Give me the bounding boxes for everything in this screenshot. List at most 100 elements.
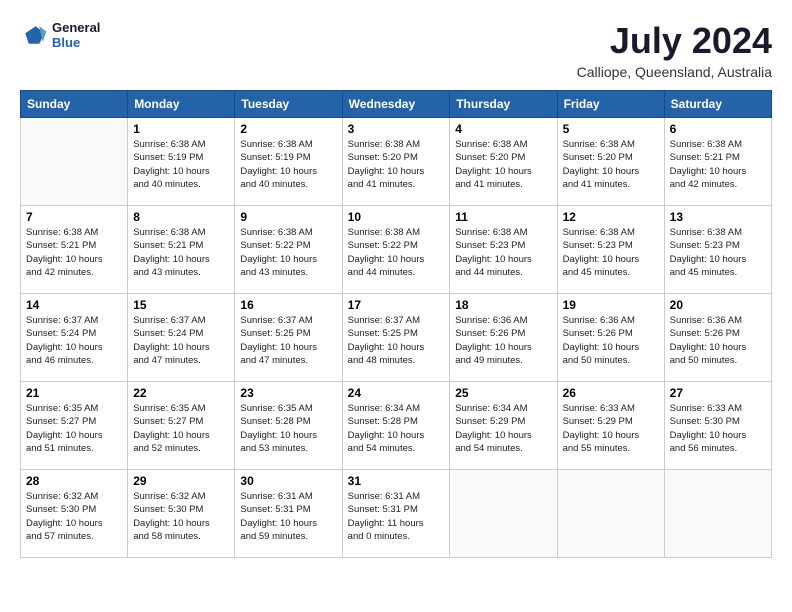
day-number: 24 xyxy=(348,386,445,400)
day-number: 10 xyxy=(348,210,445,224)
calendar-cell: 15Sunrise: 6:37 AM Sunset: 5:24 PM Dayli… xyxy=(128,294,235,382)
calendar-cell: 1Sunrise: 6:38 AM Sunset: 5:19 PM Daylig… xyxy=(128,118,235,206)
day-info: Sunrise: 6:38 AM Sunset: 5:23 PM Dayligh… xyxy=(563,226,659,279)
calendar-cell: 25 Sunrise: 6:34 AM Sunset: 5:29 PM Dayli… xyxy=(450,382,557,470)
day-number: 13 xyxy=(670,210,766,224)
header-day-wednesday: Wednesday xyxy=(342,91,450,118)
week-row-4: 21 Sunrise: 6:35 AM Sunset: 5:27 PM Dayli… xyxy=(21,382,772,470)
day-number: 6 xyxy=(670,122,766,136)
day-number: 25 xyxy=(455,386,551,400)
day-number: 5 xyxy=(563,122,659,136)
day-number: 18 xyxy=(455,298,551,312)
day-number: 8 xyxy=(133,210,229,224)
day-number: 16 xyxy=(240,298,336,312)
calendar-cell: 2Sunrise: 6:38 AM Sunset: 5:19 PM Daylig… xyxy=(235,118,342,206)
day-number: 27 xyxy=(670,386,766,400)
day-info: Sunrise: 6:34 AM Sunset: 5:28 PM Dayligh… xyxy=(348,402,445,455)
day-info: Sunrise: 6:38 AM Sunset: 5:20 PM Dayligh… xyxy=(348,138,445,191)
day-info: Sunrise: 6:34 AM Sunset: 5:29 PM Dayligh… xyxy=(455,402,551,455)
day-number: 17 xyxy=(348,298,445,312)
day-number: 26 xyxy=(563,386,659,400)
calendar-cell: 9 Sunrise: 6:38 AM Sunset: 5:22 PM Daylig… xyxy=(235,206,342,294)
calendar-cell xyxy=(557,470,664,558)
day-info: Sunrise: 6:36 AM Sunset: 5:26 PM Dayligh… xyxy=(670,314,766,367)
day-info: Sunrise: 6:38 AM Sunset: 5:21 PM Dayligh… xyxy=(26,226,122,279)
calendar-cell: 27 Sunrise: 6:33 AM Sunset: 5:30 PM Dayli… xyxy=(664,382,771,470)
day-number: 30 xyxy=(240,474,336,488)
logo-text: General Blue xyxy=(52,20,100,50)
calendar-cell: 31 Sunrise: 6:31 AM Sunset: 5:31 PM Dayli… xyxy=(342,470,450,558)
calendar-cell: 24 Sunrise: 6:34 AM Sunset: 5:28 PM Dayli… xyxy=(342,382,450,470)
day-info: Sunrise: 6:38 AM Sunset: 5:21 PM Dayligh… xyxy=(133,226,229,279)
calendar-cell: 30 Sunrise: 6:31 AM Sunset: 5:31 PM Dayli… xyxy=(235,470,342,558)
calendar-cell: 22 Sunrise: 6:35 AM Sunset: 5:27 PM Dayli… xyxy=(128,382,235,470)
day-number: 3 xyxy=(348,122,445,136)
logo: General Blue xyxy=(20,20,100,50)
week-row-1: 1Sunrise: 6:38 AM Sunset: 5:19 PM Daylig… xyxy=(21,118,772,206)
calendar-table: SundayMondayTuesdayWednesdayThursdayFrid… xyxy=(20,90,772,558)
day-number: 4 xyxy=(455,122,551,136)
subtitle: Calliope, Queensland, Australia xyxy=(577,64,772,80)
day-info: Sunrise: 6:37 AM Sunset: 5:24 PM Dayligh… xyxy=(133,314,229,367)
calendar-cell: 12 Sunrise: 6:38 AM Sunset: 5:23 PM Dayli… xyxy=(557,206,664,294)
day-info: Sunrise: 6:37 AM Sunset: 5:25 PM Dayligh… xyxy=(348,314,445,367)
calendar-cell: 14Sunrise: 6:37 AM Sunset: 5:24 PM Dayli… xyxy=(21,294,128,382)
day-number: 11 xyxy=(455,210,551,224)
day-info: Sunrise: 6:38 AM Sunset: 5:21 PM Dayligh… xyxy=(670,138,766,191)
calendar-cell: 5Sunrise: 6:38 AM Sunset: 5:20 PM Daylig… xyxy=(557,118,664,206)
logo-icon xyxy=(20,21,48,49)
day-info: Sunrise: 6:38 AM Sunset: 5:22 PM Dayligh… xyxy=(348,226,445,279)
calendar-cell: 20 Sunrise: 6:36 AM Sunset: 5:26 PM Dayli… xyxy=(664,294,771,382)
calendar-cell: 7 Sunrise: 6:38 AM Sunset: 5:21 PM Daylig… xyxy=(21,206,128,294)
header-day-tuesday: Tuesday xyxy=(235,91,342,118)
day-number: 19 xyxy=(563,298,659,312)
calendar-cell: 13Sunrise: 6:38 AM Sunset: 5:23 PM Dayli… xyxy=(664,206,771,294)
calendar-cell: 6 Sunrise: 6:38 AM Sunset: 5:21 PM Daylig… xyxy=(664,118,771,206)
day-info: Sunrise: 6:38 AM Sunset: 5:22 PM Dayligh… xyxy=(240,226,336,279)
day-number: 7 xyxy=(26,210,122,224)
calendar-cell: 11 Sunrise: 6:38 AM Sunset: 5:23 PM Dayli… xyxy=(450,206,557,294)
week-row-3: 14 Sunrise: 6:37 AM Sunset: 5:24 PM Dayli… xyxy=(21,294,772,382)
day-info: Sunrise: 6:33 AM Sunset: 5:29 PM Dayligh… xyxy=(563,402,659,455)
header-day-monday: Monday xyxy=(128,91,235,118)
day-info: Sunrise: 6:31 AM Sunset: 5:31 PM Dayligh… xyxy=(348,490,445,543)
header-day-sunday: Sunday xyxy=(21,91,128,118)
calendar-cell: 19Sunrise: 6:36 AM Sunset: 5:26 PM Dayli… xyxy=(557,294,664,382)
day-number: 14 xyxy=(26,298,122,312)
day-info: Sunrise: 6:33 AM Sunset: 5:30 PM Dayligh… xyxy=(670,402,766,455)
calendar-cell: 17 Sunrise: 6:37 AM Sunset: 5:25 PM Dayli… xyxy=(342,294,450,382)
calendar-cell: 8 Sunrise: 6:38 AM Sunset: 5:21 PM Daylig… xyxy=(128,206,235,294)
day-info: Sunrise: 6:35 AM Sunset: 5:27 PM Dayligh… xyxy=(133,402,229,455)
header-day-thursday: Thursday xyxy=(450,91,557,118)
calendar-cell: 3 Sunrise: 6:38 AM Sunset: 5:20 PM Daylig… xyxy=(342,118,450,206)
day-number: 31 xyxy=(348,474,445,488)
day-info: Sunrise: 6:31 AM Sunset: 5:31 PM Dayligh… xyxy=(240,490,336,543)
day-number: 1 xyxy=(133,122,229,136)
calendar-cell: 28Sunrise: 6:32 AM Sunset: 5:30 PM Dayli… xyxy=(21,470,128,558)
day-number: 29 xyxy=(133,474,229,488)
calendar-cell: 10 Sunrise: 6:38 AM Sunset: 5:22 PM Dayli… xyxy=(342,206,450,294)
day-number: 20 xyxy=(670,298,766,312)
day-info: Sunrise: 6:38 AM Sunset: 5:23 PM Dayligh… xyxy=(455,226,551,279)
day-number: 12 xyxy=(563,210,659,224)
page-header: General Blue July 2024 Calliope, Queensl… xyxy=(20,20,772,80)
day-info: Sunrise: 6:36 AM Sunset: 5:26 PM Dayligh… xyxy=(455,314,551,367)
day-number: 9 xyxy=(240,210,336,224)
calendar-cell: 23 Sunrise: 6:35 AM Sunset: 5:28 PM Dayli… xyxy=(235,382,342,470)
week-row-2: 7 Sunrise: 6:38 AM Sunset: 5:21 PM Daylig… xyxy=(21,206,772,294)
day-number: 28 xyxy=(26,474,122,488)
calendar-cell: 16 Sunrise: 6:37 AM Sunset: 5:25 PM Dayli… xyxy=(235,294,342,382)
main-title: July 2024 xyxy=(577,20,772,62)
calendar-cell: 26 Sunrise: 6:33 AM Sunset: 5:29 PM Dayli… xyxy=(557,382,664,470)
day-number: 22 xyxy=(133,386,229,400)
title-block: July 2024 Calliope, Queensland, Australi… xyxy=(577,20,772,80)
day-info: Sunrise: 6:37 AM Sunset: 5:25 PM Dayligh… xyxy=(240,314,336,367)
day-info: Sunrise: 6:35 AM Sunset: 5:28 PM Dayligh… xyxy=(240,402,336,455)
week-row-5: 28Sunrise: 6:32 AM Sunset: 5:30 PM Dayli… xyxy=(21,470,772,558)
header-day-saturday: Saturday xyxy=(664,91,771,118)
calendar-cell: 18 Sunrise: 6:36 AM Sunset: 5:26 PM Dayli… xyxy=(450,294,557,382)
day-number: 21 xyxy=(26,386,122,400)
calendar-cell: 4Sunrise: 6:38 AM Sunset: 5:20 PM Daylig… xyxy=(450,118,557,206)
header-day-friday: Friday xyxy=(557,91,664,118)
day-number: 23 xyxy=(240,386,336,400)
